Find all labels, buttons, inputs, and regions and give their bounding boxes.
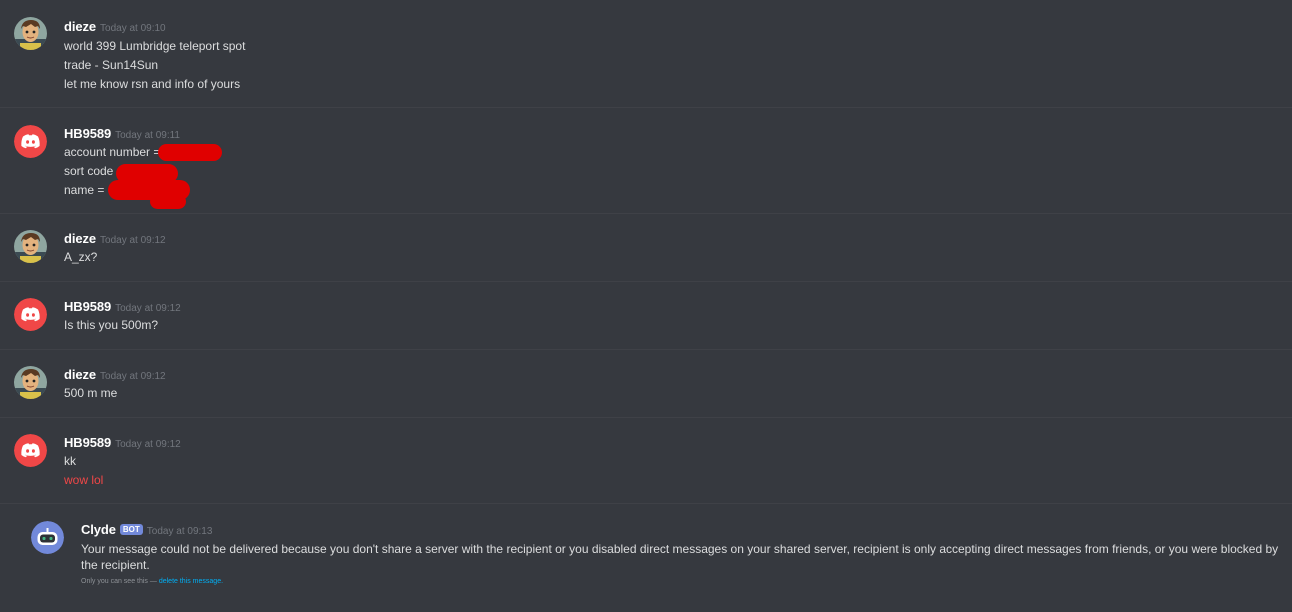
message-header: Clyde BOT Today at 09:13: [81, 521, 212, 539]
clyde-bot-icon: [31, 521, 64, 554]
user-avatar-icon[interactable]: [14, 17, 47, 50]
message-header: dieze Today at 09:12: [64, 366, 166, 384]
user-avatar-icon[interactable]: [14, 366, 47, 399]
author-name[interactable]: HB9589: [64, 299, 111, 314]
message-line: let me know rsn and info of yours: [64, 77, 241, 91]
author-name[interactable]: Clyde: [81, 522, 116, 537]
message-line: sort code: [64, 164, 114, 178]
user-avatar-icon[interactable]: [14, 434, 47, 467]
message-header: dieze Today at 09:12: [64, 230, 166, 248]
delete-message-link[interactable]: delete this message.: [159, 578, 223, 585]
user-portrait-icon: [14, 230, 47, 263]
message-line: name =: [64, 183, 105, 197]
message-line: Your message could not be delivered beca…: [81, 542, 1279, 572]
message-header: HB9589 Today at 09:12: [64, 298, 181, 316]
message-line-red: wow lol: [64, 473, 104, 487]
message-group: HB9589 Today at 09:11 account number = so…: [0, 107, 1292, 214]
author-name[interactable]: dieze: [64, 19, 96, 34]
bot-tag: BOT: [119, 524, 143, 535]
user-avatar-icon[interactable]: [31, 521, 64, 554]
author-name[interactable]: dieze: [64, 367, 96, 382]
ephemeral-note-text: Only you can see this —: [81, 578, 157, 585]
timestamp: Today at 09:10: [100, 23, 166, 34]
message-line: kk: [64, 454, 76, 468]
message-group: dieze Today at 09:12 A_zx?: [0, 213, 1292, 282]
message-header: HB9589 Today at 09:11: [64, 125, 180, 143]
discord-logo-icon: [14, 125, 47, 158]
redaction-scribble: [158, 144, 222, 161]
discord-logo-icon: [14, 298, 47, 331]
clyde-message: Clyde BOT Today at 09:13 Your message coul…: [0, 503, 1292, 612]
message-line: 500 m me: [64, 386, 118, 400]
user-avatar-icon[interactable]: [14, 230, 47, 263]
message-line: account number =: [64, 145, 161, 159]
timestamp: Today at 09:12: [115, 439, 181, 450]
redaction-scribble: [150, 194, 186, 209]
message-group: HB9589 Today at 09:12 Is this you 500m?: [0, 281, 1292, 350]
message-group: dieze Today at 09:10 world 399 Lumbridge …: [0, 0, 1292, 107]
message-line: Is this you 500m?: [64, 318, 159, 332]
discord-logo-icon: [14, 434, 47, 467]
message-header: dieze Today at 09:10: [64, 18, 166, 36]
author-name[interactable]: dieze: [64, 231, 96, 246]
author-name[interactable]: HB9589: [64, 126, 111, 141]
user-avatar-icon[interactable]: [14, 125, 47, 158]
message-line: world 399 Lumbridge teleport spot: [64, 39, 246, 53]
author-name[interactable]: HB9589: [64, 435, 111, 450]
user-avatar-icon[interactable]: [14, 298, 47, 331]
message-group: dieze Today at 09:12 500 m me: [0, 349, 1292, 418]
timestamp: Today at 09:11: [115, 130, 180, 141]
message-header: HB9589 Today at 09:12: [64, 434, 181, 452]
timestamp: Today at 09:12: [100, 371, 166, 382]
message-line: trade - Sun14Sun: [64, 58, 159, 72]
timestamp: Today at 09:13: [146, 526, 213, 537]
user-portrait-icon: [14, 366, 47, 399]
chat-messages: dieze Today at 09:10 world 399 Lumbridge …: [0, 0, 1292, 612]
message-group: HB9589 Today at 09:12 kk wow lol: [0, 417, 1292, 504]
message-line: A_zx?: [64, 250, 98, 264]
ephemeral-note: Only you can see this — delete this mess…: [81, 578, 223, 585]
timestamp: Today at 09:12: [100, 235, 166, 246]
user-portrait-icon: [14, 17, 47, 50]
timestamp: Today at 09:12: [115, 303, 181, 314]
